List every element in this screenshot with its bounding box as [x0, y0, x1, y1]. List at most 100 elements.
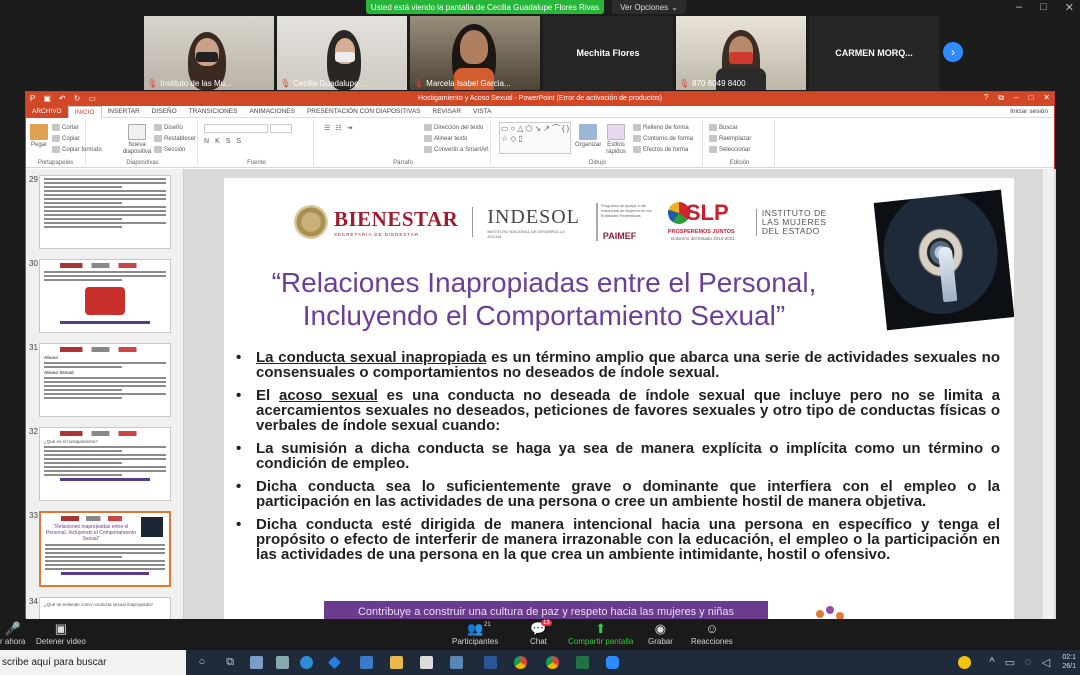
bullets-icon[interactable]: ☰: [324, 124, 333, 132]
edge-icon[interactable]: [298, 654, 314, 670]
view-options-button[interactable]: Ver Opciones ⌄: [612, 0, 686, 14]
font-size-field[interactable]: [270, 124, 292, 133]
zoom-icon[interactable]: [604, 654, 620, 670]
file-icon[interactable]: [418, 654, 434, 670]
minimize-icon[interactable]: –: [1016, 1, 1022, 14]
minimize-icon[interactable]: –: [1014, 93, 1018, 103]
word-icon[interactable]: [482, 654, 498, 670]
participants-button[interactable]: 👥 Participantes: [452, 621, 498, 646]
text-direction-button[interactable]: Dirección del texto: [424, 124, 483, 131]
slide-scrollbar[interactable]: [1042, 169, 1054, 619]
paimef-description: Programa de Apoyo a las Instancias de Mu…: [600, 203, 652, 218]
tab-file[interactable]: ARCHIVO: [26, 105, 68, 118]
dropbox-icon[interactable]: [326, 654, 342, 670]
smartart-button[interactable]: Convertir a SmartArt: [424, 146, 489, 153]
current-slide[interactable]: BIENESTAR SECRETARÍA DE BIENESTAR INDESO…: [224, 178, 1014, 623]
font-name-field[interactable]: [204, 124, 268, 133]
excel-icon[interactable]: [574, 654, 590, 670]
help-icon[interactable]: [956, 654, 972, 670]
participant-tile[interactable]: CARMEN MORQ...: [809, 16, 939, 90]
chrome-icon[interactable]: [512, 654, 528, 670]
photo-app-icon[interactable]: [248, 654, 264, 670]
group-label: Diapositivas: [126, 160, 159, 166]
start-audio-button[interactable]: 🎤 r ahora: [0, 621, 25, 646]
bold-icon[interactable]: N: [204, 138, 213, 145]
slide-thumbnail[interactable]: [39, 175, 171, 249]
photos-icon[interactable]: [448, 654, 464, 670]
select-button[interactable]: Seleccionar: [709, 146, 750, 153]
clock[interactable]: 02:1 26/1: [1062, 653, 1076, 671]
next-participants-button[interactable]: ›: [943, 42, 963, 62]
shape-effects-button[interactable]: Efectos de forma: [633, 146, 688, 153]
maximize-icon[interactable]: □: [1040, 1, 1047, 14]
layout-button[interactable]: Diseño: [154, 124, 183, 131]
shapes-gallery[interactable]: ▭○△⬠↘↗⌒{}☆◇▯: [499, 122, 571, 154]
task-view-icon[interactable]: ⧉: [222, 654, 238, 670]
battery-icon[interactable]: ▭: [1002, 654, 1018, 670]
shadow-icon[interactable]: S: [236, 138, 245, 145]
store-icon[interactable]: [274, 654, 290, 670]
new-slide-button[interactable]: Nueva diapositiva: [120, 124, 154, 156]
share-screen-button[interactable]: ⬆ Compartir pantalla: [568, 621, 633, 646]
taskbar-search-box[interactable]: scribe aquí para buscar: [0, 650, 186, 675]
replace-button[interactable]: Reemplazar: [709, 135, 751, 142]
volume-icon[interactable]: ◁: [1038, 654, 1054, 670]
arrange-button[interactable]: Organizar: [575, 124, 601, 148]
italic-icon[interactable]: K: [215, 138, 224, 145]
chrome-icon[interactable]: [544, 654, 560, 670]
paste-button[interactable]: Pegar: [30, 124, 48, 148]
tab-insert[interactable]: INSERTAR: [102, 106, 146, 118]
indent-icon[interactable]: ⇥: [347, 124, 356, 132]
participant-tile[interactable]: Mechita Flores: [543, 16, 673, 90]
sign-in-link[interactable]: Iniciar sesión: [1010, 108, 1054, 115]
tab-design[interactable]: DISEÑO: [146, 106, 183, 118]
reset-button[interactable]: Restablecer: [154, 135, 196, 142]
share-screen-label: Compartir pantalla: [568, 637, 634, 646]
help-icon[interactable]: ?: [984, 93, 988, 103]
slide-title-line: Incluyendo el Comportamiento Sexual”: [302, 300, 786, 331]
find-button[interactable]: Buscar: [709, 124, 738, 131]
cortana-icon[interactable]: ○: [194, 654, 210, 670]
bullet-item: • Dicha conducta sea lo suficientemente g…: [236, 478, 1000, 510]
slide-thumbnail[interactable]: [39, 259, 171, 333]
explorer-icon[interactable]: [388, 654, 404, 670]
quick-styles-button[interactable]: Estilos rápidos: [603, 124, 629, 156]
close-icon[interactable]: ✕: [1043, 93, 1050, 103]
list-buttons[interactable]: ☰ ☷ ⇥: [324, 124, 355, 132]
paste-label: Pegar: [30, 142, 47, 148]
tab-view[interactable]: VISTA: [467, 106, 497, 118]
stop-video-button[interactable]: ▣ Detener video: [36, 621, 86, 646]
bienestar-logo: BIENESTAR SECRETARÍA DE BIENESTAR: [294, 205, 458, 239]
participant-tile-active[interactable]: 🎙 Marcela Isabel Garcia...: [410, 16, 540, 90]
maximize-icon[interactable]: □: [1028, 93, 1033, 103]
slp-government: Gobierno del Estado 2015-2021: [670, 236, 735, 241]
underline-icon[interactable]: S: [226, 138, 235, 145]
slide-thumbnail[interactable]: Abuso Abuso Sexual: [39, 343, 171, 417]
ribbon-options-icon[interactable]: ⧉: [998, 93, 1004, 103]
slide-thumbnail[interactable]: ¿Qué se entiende como conducta sexual in…: [39, 597, 171, 619]
slide-thumbnail[interactable]: ¿Qué es el hostigamiento?: [39, 427, 171, 501]
copy-button[interactable]: Copiar: [52, 135, 80, 142]
cut-button[interactable]: Cortar: [52, 124, 79, 131]
tab-animations[interactable]: ANIMACIONES: [243, 106, 301, 118]
numbering-icon[interactable]: ☷: [335, 124, 344, 132]
mail-icon[interactable]: [358, 654, 374, 670]
close-icon[interactable]: ✕: [1065, 1, 1074, 14]
reactions-button[interactable]: ☺ Reacciones: [691, 621, 733, 646]
tab-slideshow[interactable]: PRESENTACIÓN CON DIAPOSITIVAS: [301, 106, 427, 118]
slide-thumbnail-active[interactable]: “Relaciones Inapropiadas entre el Person…: [39, 511, 171, 587]
tab-review[interactable]: REVISAR: [427, 106, 468, 118]
participant-tile[interactable]: 🎙 Cecilia Guadalupe ...: [277, 16, 407, 90]
tab-home[interactable]: INICIO: [67, 105, 102, 118]
participant-tile[interactable]: 🎙 Instituto de las Mu...: [144, 16, 274, 90]
record-button[interactable]: ◉ Grabar: [648, 621, 673, 646]
shape-outline-button[interactable]: Contorno de forma: [633, 135, 693, 142]
participant-tile[interactable]: 🎙 870 6049 8400: [676, 16, 806, 90]
network-icon[interactable]: ◌: [1020, 654, 1036, 670]
tab-transitions[interactable]: TRANSICIONES: [183, 106, 244, 118]
section-button[interactable]: Sección: [154, 146, 185, 153]
font-format-buttons[interactable]: NKSS: [204, 138, 245, 145]
chevron-up-icon[interactable]: ^: [984, 654, 1000, 670]
align-text-button[interactable]: Alinear texto: [424, 135, 467, 142]
shape-fill-button[interactable]: Relleno de forma: [633, 124, 689, 131]
